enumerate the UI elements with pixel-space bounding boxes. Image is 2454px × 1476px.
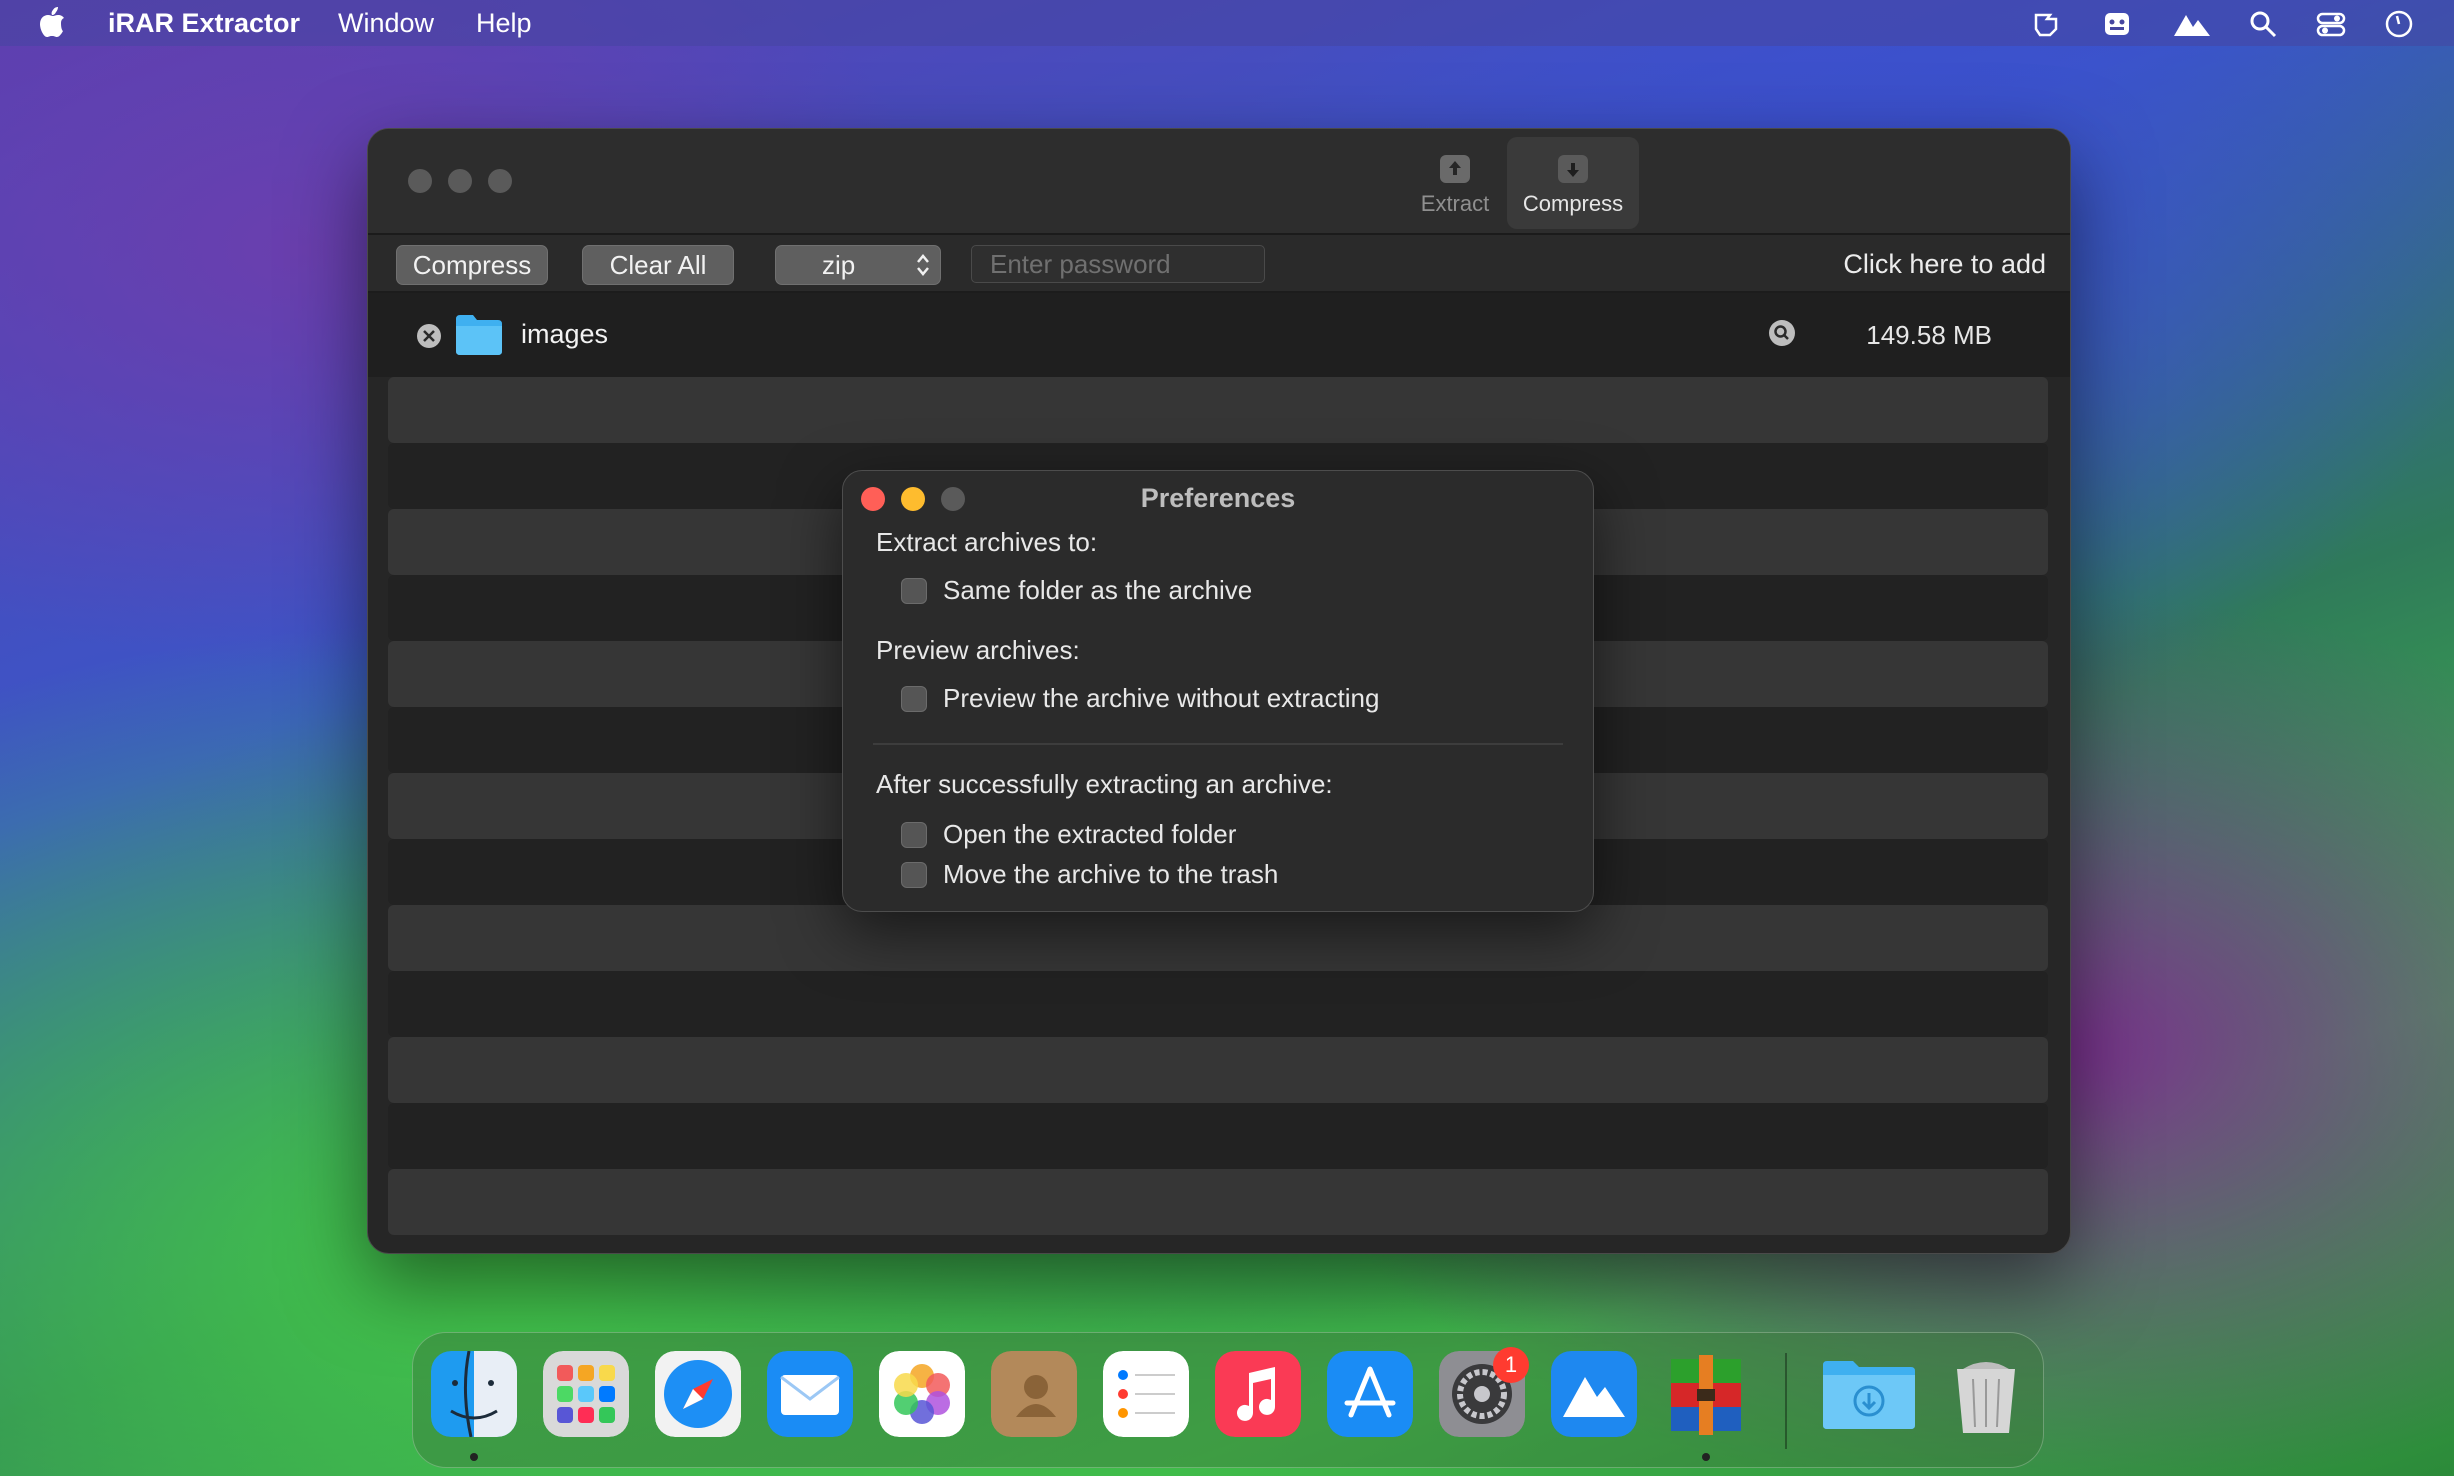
format-select[interactable]: zip <box>775 245 941 285</box>
dock-music-icon[interactable] <box>1215 1351 1301 1437</box>
tab-extract[interactable]: Extract <box>1411 137 1499 229</box>
dock-irar-icon[interactable] <box>1663 1351 1749 1437</box>
apple-logo-icon[interactable] <box>38 6 66 38</box>
compress-icon <box>1558 155 1588 183</box>
checkbox-label: Preview the archive without extracting <box>943 683 1380 713</box>
running-indicator <box>470 1453 478 1461</box>
mountain-icon[interactable] <box>2172 9 2212 39</box>
same-folder-checkbox[interactable]: Same folder as the archive <box>901 575 1252 606</box>
toolbar: Compress Clear All zip Click here to add <box>368 235 2070 293</box>
section-preview-label: Preview archives: <box>876 635 1080 665</box>
window-zoom-button[interactable] <box>488 169 512 193</box>
folder-icon <box>456 315 502 355</box>
checkbox-box[interactable] <box>901 861 927 888</box>
list-row-empty <box>388 971 2048 1037</box>
item-name: images <box>521 319 609 349</box>
chevron-updown-icon <box>917 254 929 276</box>
dock-launchpad-icon[interactable] <box>543 1351 629 1437</box>
compress-button[interactable]: Compress <box>396 245 548 285</box>
running-indicator <box>1702 1453 1710 1461</box>
add-files-hint[interactable]: Click here to add <box>1843 249 2046 280</box>
format-select-value: zip <box>822 250 856 280</box>
list-row-empty <box>388 377 2048 443</box>
window-close-button[interactable] <box>408 169 432 193</box>
menu-help[interactable]: Help <box>476 8 532 39</box>
share-icon[interactable] <box>2032 9 2062 39</box>
notification-badge: 1 <box>1493 1347 1529 1383</box>
dock: 1 <box>412 1332 2044 1468</box>
dock-finder-icon[interactable] <box>431 1351 517 1437</box>
checkbox-box[interactable] <box>901 577 927 604</box>
trash-checkbox[interactable]: Move the archive to the trash <box>901 859 1278 890</box>
preferences-window: Preferences Extract archives to: Same fo… <box>842 470 1594 912</box>
toolbox-icon[interactable] <box>2102 9 2132 39</box>
tab-extract-label: Extract <box>1420 191 1490 216</box>
menu-app-name[interactable]: iRAR Extractor <box>108 8 300 39</box>
section-extract-label: Extract archives to: <box>876 527 1098 557</box>
dock-downloads-folder-icon[interactable] <box>1819 1351 1919 1437</box>
dock-reminders-icon[interactable] <box>1103 1351 1189 1437</box>
open-folder-checkbox[interactable]: Open the extracted folder <box>901 819 1236 850</box>
list-row-empty <box>388 1169 2048 1235</box>
title-bar: Extract Compress <box>368 129 2070 235</box>
spotlight-icon[interactable] <box>2248 9 2278 39</box>
checkbox-box[interactable] <box>901 821 927 848</box>
extract-icon <box>1440 155 1470 183</box>
remove-item-icon[interactable] <box>416 323 442 349</box>
clear-all-button[interactable]: Clear All <box>582 245 734 285</box>
checkbox-label: Same folder as the archive <box>943 575 1253 605</box>
dock-trash-icon[interactable] <box>1943 1351 2029 1437</box>
clock-icon[interactable] <box>2384 9 2414 39</box>
list-row-empty <box>388 905 2048 971</box>
checkbox-label: Move the archive to the trash <box>943 859 1279 889</box>
tab-compress-label: Compress <box>1522 191 1624 216</box>
checkbox-label: Open the extracted folder <box>943 819 1237 849</box>
dock-photos-icon[interactable] <box>879 1351 965 1437</box>
window-minimize-button[interactable] <box>448 169 472 193</box>
prefs-title: Preferences <box>1140 483 1296 513</box>
password-input[interactable] <box>971 245 1265 283</box>
list-item[interactable]: images 149.58 MB <box>368 293 2070 377</box>
dock-mail-icon[interactable] <box>767 1351 853 1437</box>
divider <box>873 743 1563 745</box>
dock-mountain-app-icon[interactable] <box>1551 1351 1637 1437</box>
section-after-label: After successfully extracting an archive… <box>876 769 1333 799</box>
dock-contacts-icon[interactable] <box>991 1351 1077 1437</box>
preview-search-icon[interactable] <box>1768 319 1796 347</box>
control-center-icon[interactable] <box>2316 9 2346 39</box>
item-size: 149.58 MB <box>1866 320 1992 350</box>
menu-window[interactable]: Window <box>338 8 434 39</box>
dock-app-store-icon[interactable] <box>1327 1351 1413 1437</box>
menu-bar: iRAR Extractor Window Help <box>0 0 2454 46</box>
list-row-empty <box>388 1037 2048 1103</box>
tab-compress[interactable]: Compress <box>1507 137 1639 229</box>
list-row-empty <box>388 1103 2048 1169</box>
dock-divider <box>1785 1353 1787 1449</box>
dock-safari-icon[interactable] <box>655 1351 741 1437</box>
checkbox-box[interactable] <box>901 685 927 712</box>
preview-checkbox[interactable]: Preview the archive without extracting <box>901 683 1379 714</box>
